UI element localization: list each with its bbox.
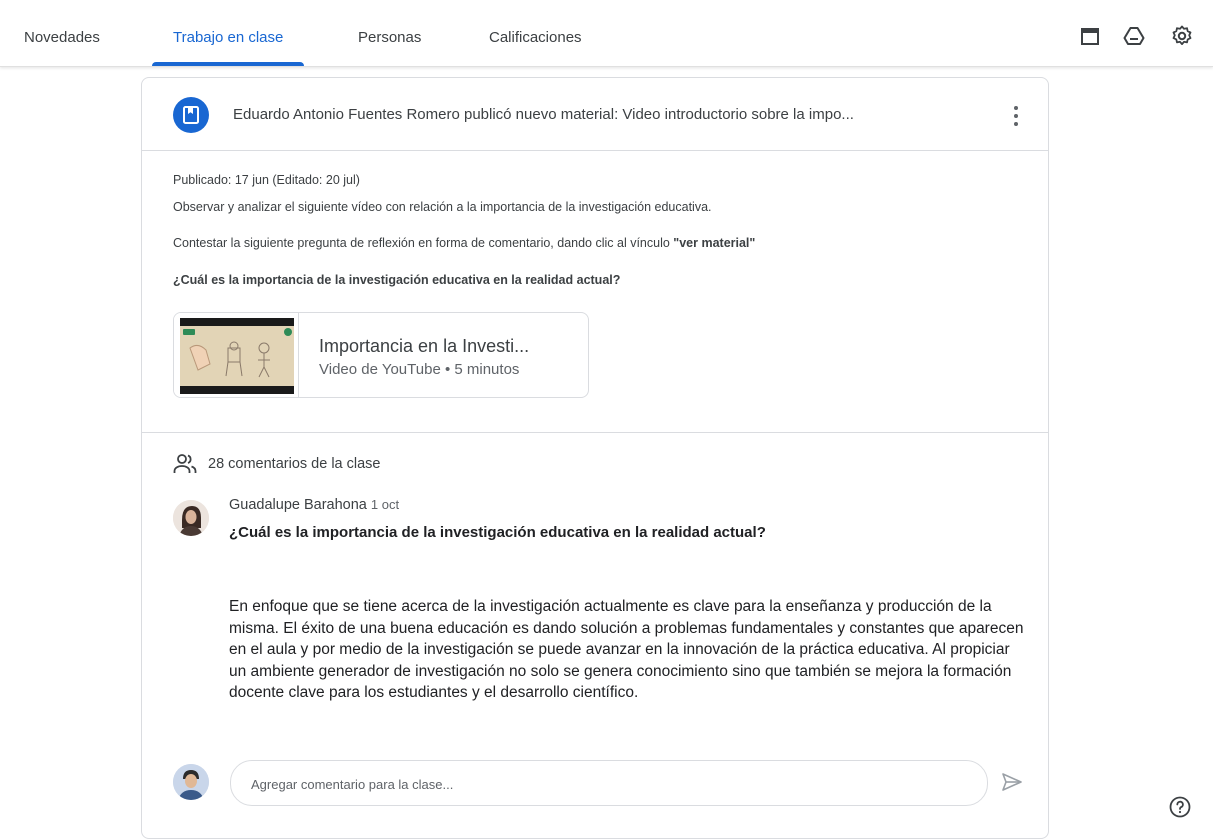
- tab-trabajo-en-clase[interactable]: Trabajo en clase: [152, 0, 305, 66]
- people-icon: [173, 454, 197, 473]
- video-thumbnail: [174, 313, 299, 397]
- top-navigation: Novedades Trabajo en clase Personas Cali…: [0, 0, 1213, 67]
- calendar-icon[interactable]: [1078, 24, 1102, 48]
- instruction-text: Contestar la siguiente pregunta de refle…: [173, 236, 674, 250]
- comment-author: Guadalupe Barahona 1 oct: [229, 497, 399, 513]
- google-drive-icon[interactable]: [1122, 24, 1146, 48]
- comment-body: En enfoque que se tiene acerca de la inv…: [229, 598, 1024, 701]
- post-title[interactable]: Eduardo Antonio Fuentes Romero publicó n…: [233, 106, 993, 123]
- youtube-attachment[interactable]: Importancia en la Investi... Video de Yo…: [173, 312, 589, 398]
- section-divider: [142, 432, 1048, 433]
- posted-date: Publicado: 17 jun (Editado: 20 jul): [173, 173, 360, 187]
- tab-calificaciones[interactable]: Calificaciones: [489, 0, 582, 66]
- author-name: Guadalupe Barahona: [229, 497, 367, 513]
- tab-personas[interactable]: Personas: [358, 0, 421, 66]
- attachment-subtitle: Video de YouTube • 5 minutos: [319, 361, 520, 378]
- material-icon: [173, 97, 209, 133]
- comments-count-label: 28 comentarios de la clase: [208, 456, 381, 472]
- comment-question: ¿Cuál es la importancia de la investigac…: [229, 524, 766, 541]
- active-tab-indicator: [152, 62, 305, 66]
- tab-label: Novedades: [24, 29, 100, 46]
- send-icon[interactable]: [1000, 770, 1024, 794]
- tab-label: Personas: [358, 29, 422, 46]
- material-post-card: Eduardo Antonio Fuentes Romero publicó n…: [141, 77, 1049, 839]
- avatar: [173, 500, 209, 536]
- post-description: Observar y analizar el siguiente vídeo c…: [173, 200, 712, 214]
- class-comment-input[interactable]: [249, 761, 973, 807]
- attachment-title: Importancia en la Investi...: [319, 336, 530, 356]
- more-options-icon[interactable]: [1004, 102, 1028, 130]
- comment-input-wrapper[interactable]: [230, 760, 988, 807]
- tab-label: Calificaciones: [489, 29, 582, 46]
- post-header: Eduardo Antonio Fuentes Romero publicó n…: [142, 78, 1048, 151]
- avatar: [173, 764, 209, 800]
- tab-label: Trabajo en clase: [173, 29, 284, 46]
- tab-novedades[interactable]: Novedades: [24, 0, 100, 66]
- instruction-link-text: "ver material": [673, 236, 756, 250]
- post-instruction: Contestar la siguiente pregunta de refle…: [173, 236, 755, 250]
- settings-icon[interactable]: [1170, 24, 1194, 48]
- help-icon[interactable]: [1168, 795, 1192, 819]
- comment-date: 1 oct: [370, 497, 400, 512]
- reflection-question: ¿Cuál es la importancia de la investigac…: [173, 273, 621, 287]
